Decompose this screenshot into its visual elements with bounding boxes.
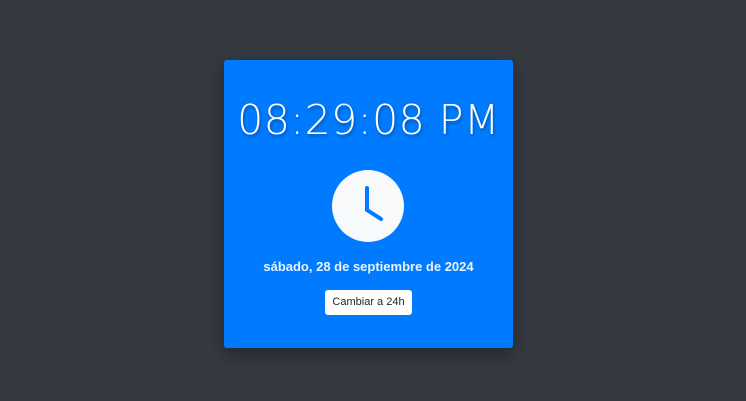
clock-icon [332,170,404,242]
clock-card: 08:29:08 PM sábado, 28 de septiembre de … [224,60,513,348]
toggle-24h-button[interactable]: Cambiar a 24h [325,290,412,315]
time-display: 08:29:08 PM [237,96,500,144]
date-display: sábado, 28 de septiembre de 2024 [263,259,474,274]
